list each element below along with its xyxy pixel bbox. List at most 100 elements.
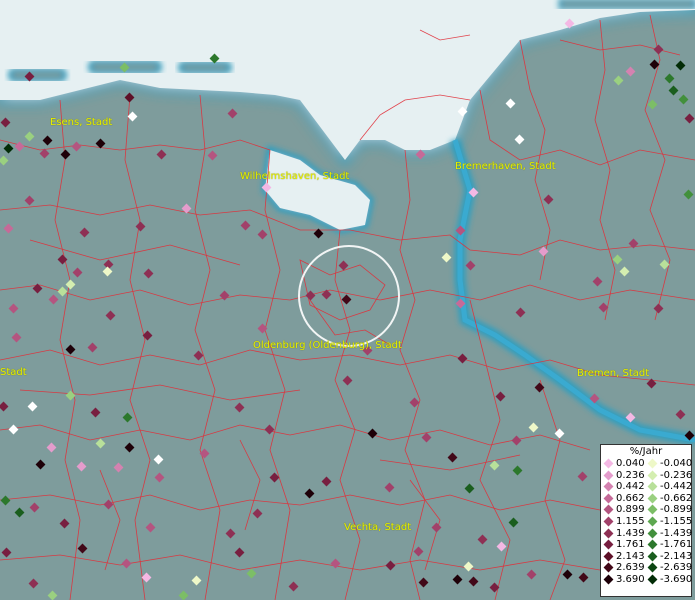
station-marker [512, 465, 523, 476]
city-label-west-edge: Stadt [0, 367, 27, 378]
station-marker [57, 286, 68, 297]
legend-swatch-positive [603, 539, 614, 550]
city-label-oldenburg: Oldenburg (Oldenburg), Stadt [253, 340, 402, 351]
legend-row: 1.155 -1.155 [601, 515, 693, 528]
legend-swatch-negative [647, 493, 658, 504]
city-label-bremerhaven: Bremerhaven, Stadt [455, 161, 556, 172]
station-marker [178, 590, 189, 600]
station-marker [257, 229, 268, 240]
station-marker [613, 75, 624, 86]
station-marker [464, 483, 475, 494]
station-marker [3, 143, 14, 154]
legend-value-negative: -1.155 [660, 515, 693, 527]
station-marker [121, 558, 132, 569]
legend-row: 0.040 -0.040 [601, 458, 692, 470]
color-legend: %/Jahr 0.040 -0.040 0.236 -0.236 0.442 -0.442… [600, 444, 692, 597]
station-marker [8, 424, 19, 435]
legend-value-positive: 1.761 [616, 539, 645, 551]
station-marker [684, 113, 695, 124]
station-marker [35, 459, 46, 470]
station-marker [664, 73, 675, 84]
legend-value-positive: 0.899 [616, 504, 645, 516]
station-marker [612, 254, 623, 265]
station-marker [252, 508, 263, 519]
legend-value-positive: 0.040 [616, 458, 645, 469]
station-marker [514, 134, 525, 145]
station-marker [95, 438, 106, 449]
station-marker [90, 407, 101, 418]
legend-swatch-positive [603, 504, 614, 515]
legend-swatch-negative [647, 528, 658, 539]
station-marker [647, 99, 658, 110]
legend-value-positive: 3.690 [616, 573, 645, 585]
station-marker [452, 574, 463, 585]
station-marker [304, 488, 315, 499]
station-marker [29, 502, 40, 513]
station-marker [65, 390, 76, 401]
station-marker [465, 260, 476, 271]
legend-value-positive: 1.155 [616, 515, 645, 527]
station-marker [543, 194, 554, 205]
legend-row: 2.639 -2.639 [601, 562, 693, 574]
station-marker [113, 462, 124, 473]
station-marker [246, 568, 257, 579]
city-label-esens: Esens, Stadt [50, 117, 113, 128]
station-marker [675, 60, 686, 71]
station-marker [538, 246, 549, 257]
station-marker [619, 266, 630, 277]
station-marker [122, 412, 133, 423]
station-marker [534, 382, 545, 393]
station-marker [468, 576, 479, 587]
legend-value-negative: -2.639 [660, 562, 693, 574]
station-marker [342, 375, 353, 386]
station-marker [562, 569, 573, 580]
legend-swatch-negative [647, 551, 658, 562]
legend-row: 2.143 -2.143 [601, 551, 692, 563]
station-marker [447, 452, 458, 463]
station-marker [124, 442, 135, 453]
legend-swatch-negative [647, 458, 658, 469]
station-marker [127, 111, 138, 122]
legend-swatch-negative [647, 562, 658, 573]
station-marker [0, 495, 11, 506]
city-label-wilhelmshaven: Wilhelmshaven, Stadt [240, 171, 350, 182]
legend-value-negative: -0.236 [660, 469, 693, 481]
station-marker [72, 267, 83, 278]
legend-value-negative: -1.761 [660, 539, 693, 551]
station-marker [511, 435, 522, 446]
station-marker [234, 547, 245, 558]
station-marker [508, 517, 519, 528]
station-marker [141, 572, 152, 583]
legend-value-positive: 2.639 [616, 562, 645, 574]
station-marker [489, 460, 500, 471]
station-marker [3, 223, 14, 234]
station-marker [153, 454, 164, 465]
station-marker [505, 98, 516, 109]
station-marker [24, 131, 35, 142]
station-marker [71, 141, 82, 152]
map-view[interactable]: Esens, Stadt Wilhelmshaven, Stadt Bremer… [0, 0, 695, 600]
station-marker [124, 92, 135, 103]
legend-row: 0.662 -0.662 [601, 493, 692, 505]
station-marker [496, 541, 507, 552]
legend-value-negative: -0.899 [660, 504, 693, 516]
legend-title: %/Jahr [629, 446, 663, 457]
station-marker [321, 289, 332, 300]
station-marker [418, 577, 429, 588]
station-marker [225, 528, 236, 539]
map-canvas[interactable] [0, 0, 695, 600]
station-marker [554, 428, 565, 439]
station-marker [8, 303, 19, 314]
station-marker [76, 461, 87, 472]
station-marker [495, 391, 506, 402]
station-marker [653, 44, 664, 55]
station-marker [65, 279, 76, 290]
station-marker [675, 409, 686, 420]
legend-swatch-negative [647, 539, 658, 550]
station-marker [0, 117, 11, 128]
legend-row: 1.761 -1.761 [601, 539, 693, 551]
station-marker [515, 307, 526, 318]
station-marker [625, 66, 636, 77]
station-marker [1, 547, 12, 558]
station-marker [668, 85, 679, 96]
